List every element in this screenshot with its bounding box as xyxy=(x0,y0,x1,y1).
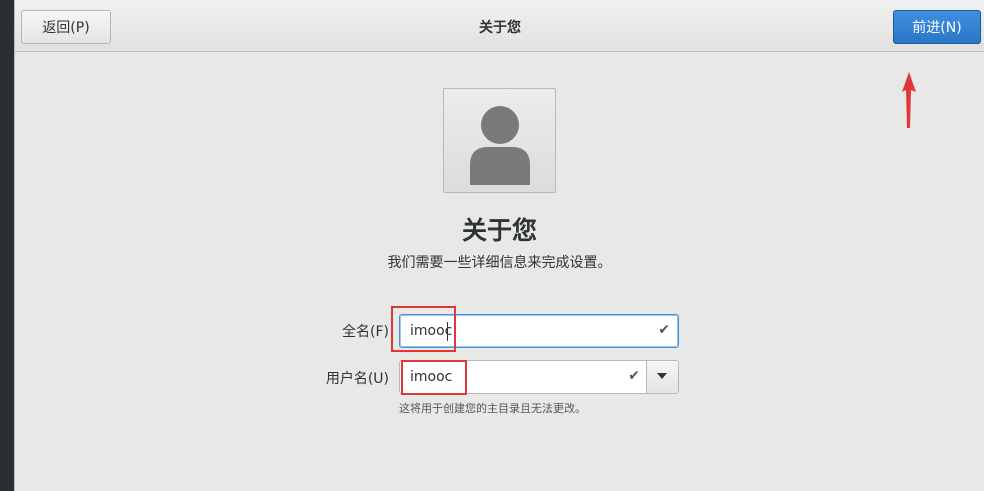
next-button-label: 前进(N) xyxy=(912,20,962,36)
page-heading: 关于您 xyxy=(461,216,537,245)
full-name-label: 全名(F) xyxy=(342,324,389,340)
username-label: 用户名(U) xyxy=(325,371,389,387)
user-avatar-icon xyxy=(470,106,530,185)
annotation-highlight-box xyxy=(391,306,456,352)
annotation-highlight-box xyxy=(401,360,467,395)
header-bar: 返回(P) 关于您 前进(N) xyxy=(15,0,984,52)
check-icon: ✔ xyxy=(658,322,670,338)
chevron-down-icon xyxy=(657,373,667,379)
username-dropdown-button[interactable] xyxy=(646,361,678,393)
username-hint: 这将用于创建您的主目录且无法更改。 xyxy=(399,402,586,415)
annotation-arrow-icon xyxy=(902,72,916,128)
check-icon: ✔ xyxy=(628,368,640,384)
avatar-picker[interactable] xyxy=(443,88,556,193)
window-title: 关于您 xyxy=(479,20,521,36)
page-subtitle: 我们需要一些详细信息来完成设置。 xyxy=(387,255,612,271)
next-button[interactable]: 前进(N) xyxy=(893,10,981,44)
setup-window: 返回(P) 关于您 前进(N) 关于您 我们需要一些详细信息来完成设置。 全名(… xyxy=(14,0,984,491)
